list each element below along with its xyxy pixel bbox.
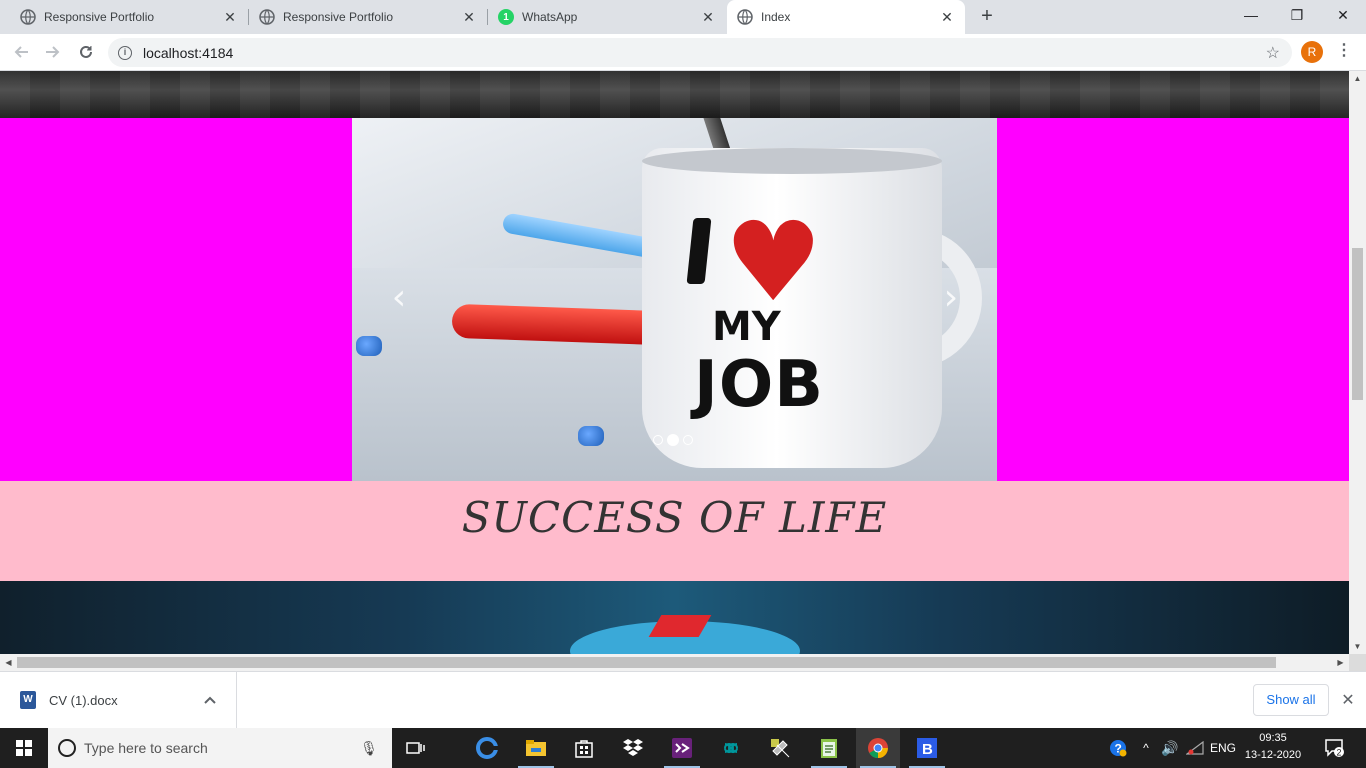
new-tab-button[interactable]: + [976, 6, 998, 28]
tab-whatsapp[interactable]: 1 WhatsApp ✕ [488, 0, 726, 34]
search-placeholder: Type here to search [84, 740, 208, 756]
carousel-next-button[interactable]: › [936, 278, 966, 318]
carousel-blue-pen [501, 212, 663, 260]
tab-index[interactable]: Index ✕ [727, 0, 965, 34]
word-doc-icon: W [20, 691, 36, 709]
reload-button[interactable] [73, 39, 99, 65]
carousel-pushpin [578, 426, 604, 446]
image-carousel: ♥ MY JOB ‹ › [352, 118, 997, 481]
clock-time: 09:35 [1259, 732, 1287, 744]
carousel-prev-button[interactable]: ‹ [384, 278, 414, 318]
page-viewport: ♥ MY JOB ‹ › SUCCESS OF LIFE [0, 71, 1349, 654]
scroll-up-icon[interactable]: ▲ [1349, 71, 1366, 86]
dropbox-icon[interactable] [611, 728, 655, 768]
tab-close-icon[interactable]: ✕ [461, 9, 477, 25]
tool-icon[interactable] [758, 728, 802, 768]
carousel-indicator-active[interactable] [667, 434, 679, 446]
chevron-up-icon[interactable] [198, 693, 222, 707]
close-download-bar-icon[interactable]: ✕ [1339, 690, 1357, 710]
arduino-icon[interactable] [709, 728, 753, 768]
bookmark-star-icon[interactable]: ☆ [1266, 43, 1280, 63]
close-window-button[interactable]: ✕ [1320, 0, 1366, 30]
minimize-button[interactable]: — [1228, 0, 1274, 30]
carousel-indicator[interactable] [683, 435, 693, 445]
globe-icon [259, 9, 275, 25]
taskbar-search[interactable]: Type here to search 🎙 [48, 728, 392, 768]
tab-strip: Responsive Portfolio ✕ Responsive Portfo… [0, 0, 1366, 34]
scroll-right-icon[interactable]: ▶ [1332, 654, 1349, 671]
notification-center-icon[interactable]: 2 [1322, 736, 1346, 760]
tab-close-icon[interactable]: ✕ [222, 9, 238, 25]
header-image-strip [0, 71, 1349, 118]
mug-text-my: MY [712, 304, 781, 350]
volume-icon[interactable]: 🔊 [1158, 728, 1182, 768]
globe-icon [737, 9, 753, 25]
tab-close-icon[interactable]: ✕ [700, 9, 716, 25]
site-info-icon[interactable]: i [118, 45, 132, 60]
svg-text:B: B [922, 741, 933, 758]
download-file-name: CV (1).docx [49, 692, 118, 708]
download-bar: W CV (1).docx Show all ✕ [0, 671, 1366, 728]
windows-logo-icon [16, 740, 32, 756]
blue-app-icon[interactable]: B [905, 728, 949, 768]
carousel-indicator[interactable] [653, 435, 663, 445]
carousel-pushpin [356, 336, 382, 356]
tab-close-icon[interactable]: ✕ [939, 9, 955, 25]
tab-title: Responsive Portfolio [283, 10, 394, 24]
url-text: localhost:4184 [143, 44, 234, 61]
scrollbar-corner [1349, 654, 1366, 671]
address-bar[interactable]: i localhost:4184 ☆ [108, 38, 1292, 67]
back-button[interactable] [8, 39, 34, 65]
edge-icon[interactable] [465, 728, 509, 768]
whatsapp-icon: 1 [498, 9, 514, 25]
windows-taskbar: Type here to search 🎙 B ? ^ 🔊 ENG 09:35 … [0, 728, 1366, 768]
scroll-left-icon[interactable]: ◀ [0, 654, 17, 671]
bottom-image-section [0, 581, 1349, 654]
store-icon[interactable] [562, 728, 606, 768]
help-icon[interactable]: ? [1106, 728, 1130, 768]
notification-count: 2 [1337, 748, 1342, 758]
tab-responsive-portfolio-2[interactable]: Responsive Portfolio ✕ [249, 0, 487, 34]
tab-responsive-portfolio-1[interactable]: Responsive Portfolio ✕ [0, 0, 248, 34]
notepad-icon[interactable] [807, 728, 851, 768]
browser-menu-icon[interactable]: ⋮ [1336, 41, 1352, 63]
download-item[interactable]: W CV (1).docx [0, 672, 237, 728]
profile-avatar[interactable]: R [1301, 41, 1323, 63]
tab-title: Responsive Portfolio [44, 10, 155, 24]
taskbar-clock[interactable]: 09:35 13-12-2020 [1240, 730, 1306, 764]
forward-arrow-icon [46, 46, 60, 58]
language-indicator[interactable]: ENG [1208, 728, 1238, 768]
reload-icon [80, 45, 92, 58]
cortana-icon [58, 739, 76, 757]
chevron-up-icon[interactable]: ^ [1136, 728, 1156, 768]
back-arrow-icon [14, 46, 28, 58]
microphone-icon[interactable]: 🎙 [358, 740, 380, 757]
task-view-icon[interactable] [394, 728, 438, 768]
browser-toolbar: i localhost:4184 ☆ R ⋮ [0, 34, 1366, 71]
carousel-indicators [653, 434, 693, 446]
show-all-button[interactable]: Show all [1253, 684, 1329, 716]
horizontal-scrollbar[interactable]: ◀ ▶ [0, 654, 1349, 671]
mug-text-job: JOB [694, 348, 824, 422]
vertical-scroll-thumb[interactable] [1352, 248, 1363, 400]
start-button[interactable] [0, 728, 48, 768]
restore-button[interactable]: ❐ [1274, 0, 1320, 30]
network-disconnected-icon[interactable] [1184, 728, 1206, 768]
tab-title: Index [761, 10, 791, 24]
forward-button[interactable] [40, 39, 66, 65]
clock-date: 13-12-2020 [1244, 749, 1302, 761]
tab-title: WhatsApp [522, 10, 578, 24]
visual-studio-icon[interactable] [660, 728, 704, 768]
caption-section: SUCCESS OF LIFE [0, 481, 1349, 581]
vertical-scrollbar[interactable]: ▲ ▼ [1349, 71, 1366, 654]
globe-icon [20, 9, 36, 25]
caption-title: SUCCESS OF LIFE [461, 493, 888, 542]
scroll-down-icon[interactable]: ▼ [1349, 639, 1366, 654]
file-explorer-icon[interactable] [514, 728, 558, 768]
horizontal-scroll-thumb[interactable] [17, 657, 1276, 668]
chrome-icon[interactable] [856, 728, 900, 768]
heart-icon: ♥ [724, 198, 823, 326]
